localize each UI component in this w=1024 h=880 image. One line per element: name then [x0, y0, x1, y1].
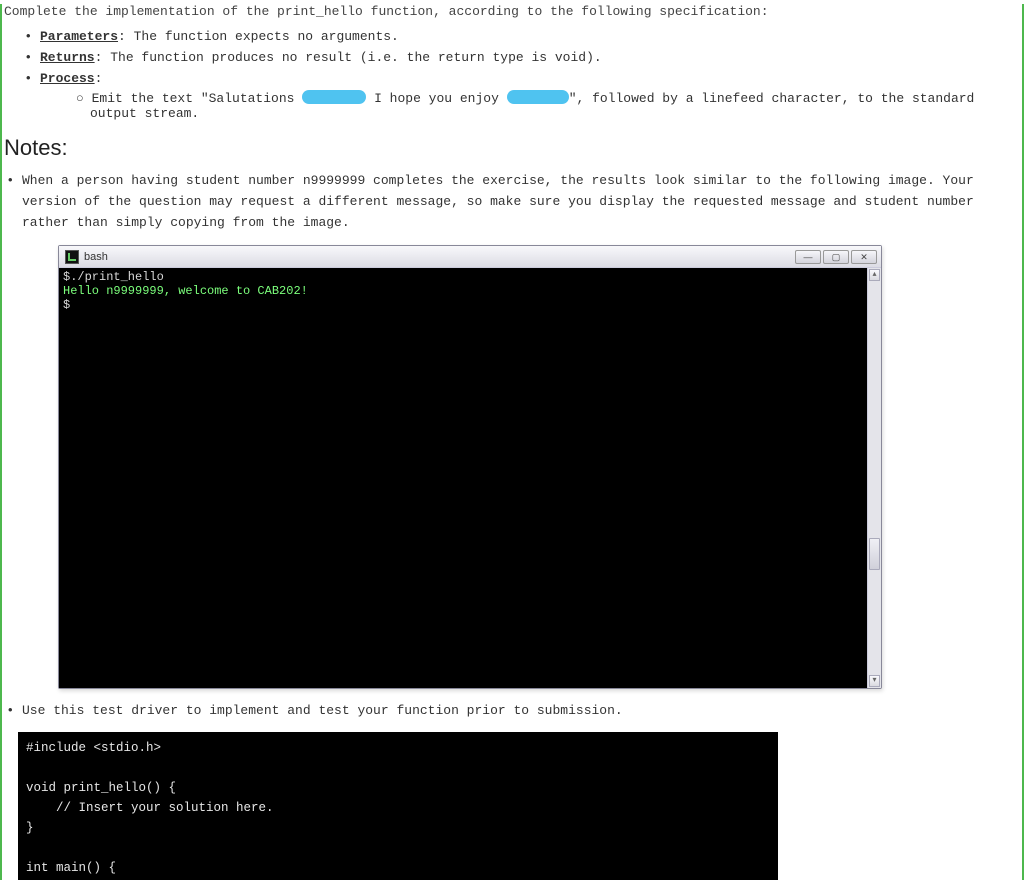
redacted-placeholder-1 [302, 90, 366, 104]
code-l3: void print_hello() { [26, 781, 176, 795]
process-colon: : [95, 71, 103, 86]
process-emit-item: Emit the text "Salutations I hope you en… [76, 90, 1016, 121]
code-l4: // Insert your solution here. [26, 801, 274, 815]
terminal-body-wrap: $./print_hello Hello n9999999, welcome t… [59, 268, 881, 688]
term-line-2: Hello n9999999, welcome to CAB202! [63, 284, 308, 298]
redacted-placeholder-2 [507, 90, 569, 104]
code-l1: #include <stdio.h> [26, 741, 161, 755]
term-line-3: $ [63, 298, 70, 312]
parameters-label: Parameters [40, 29, 118, 44]
scroll-thumb[interactable] [869, 538, 880, 570]
spec-process: Process: Emit the text "Salutations I ho… [40, 71, 1016, 121]
spec-list: Parameters: The function expects no argu… [40, 29, 1016, 121]
emit-pre: Emit the text "Salutations [92, 91, 303, 106]
spec-parameters: Parameters: The function expects no argu… [40, 29, 1016, 44]
terminal-title: bash [84, 251, 795, 263]
code-l5: } [26, 821, 34, 835]
process-sublist: Emit the text "Salutations I hope you en… [76, 90, 1016, 121]
notes-item-1: When a person having student number n999… [22, 171, 1022, 233]
terminal-scrollbar[interactable]: ▴ ▾ [867, 268, 881, 688]
parameters-text: : The function expects no arguments. [118, 29, 399, 44]
returns-label: Returns [40, 50, 95, 65]
process-label: Process [40, 71, 95, 86]
terminal-window: bash — ▢ ✕ $./print_hello Hello n9999999… [58, 245, 882, 689]
notes-list-2: Use this test driver to implement and te… [22, 701, 1022, 722]
terminal-titlebar[interactable]: bash — ▢ ✕ [59, 246, 881, 268]
code-l7: int main() { [26, 861, 116, 875]
returns-text: : The function produces no result (i.e. … [95, 50, 602, 65]
specification-section: Complete the implementation of the print… [2, 4, 1022, 121]
notes-heading: Notes: [4, 135, 1022, 161]
maximize-button[interactable]: ▢ [823, 250, 849, 264]
notes-list: When a person having student number n999… [22, 171, 1022, 233]
window-buttons: — ▢ ✕ [795, 250, 877, 264]
notes-item-2: Use this test driver to implement and te… [22, 701, 1022, 722]
scroll-up-button[interactable]: ▴ [869, 269, 880, 281]
terminal-icon [65, 250, 79, 264]
close-button[interactable]: ✕ [851, 250, 877, 264]
scroll-down-button[interactable]: ▾ [869, 675, 880, 687]
code-block[interactable]: #include <stdio.h> void print_hello() { … [18, 732, 778, 880]
terminal-body[interactable]: $./print_hello Hello n9999999, welcome t… [59, 268, 867, 688]
emit-mid: I hope you enjoy [374, 91, 507, 106]
minimize-button[interactable]: — [795, 250, 821, 264]
spec-intro: Complete the implementation of the print… [4, 4, 1016, 19]
spec-returns: Returns: The function produces no result… [40, 50, 1016, 65]
term-line-1: $./print_hello [63, 270, 164, 284]
